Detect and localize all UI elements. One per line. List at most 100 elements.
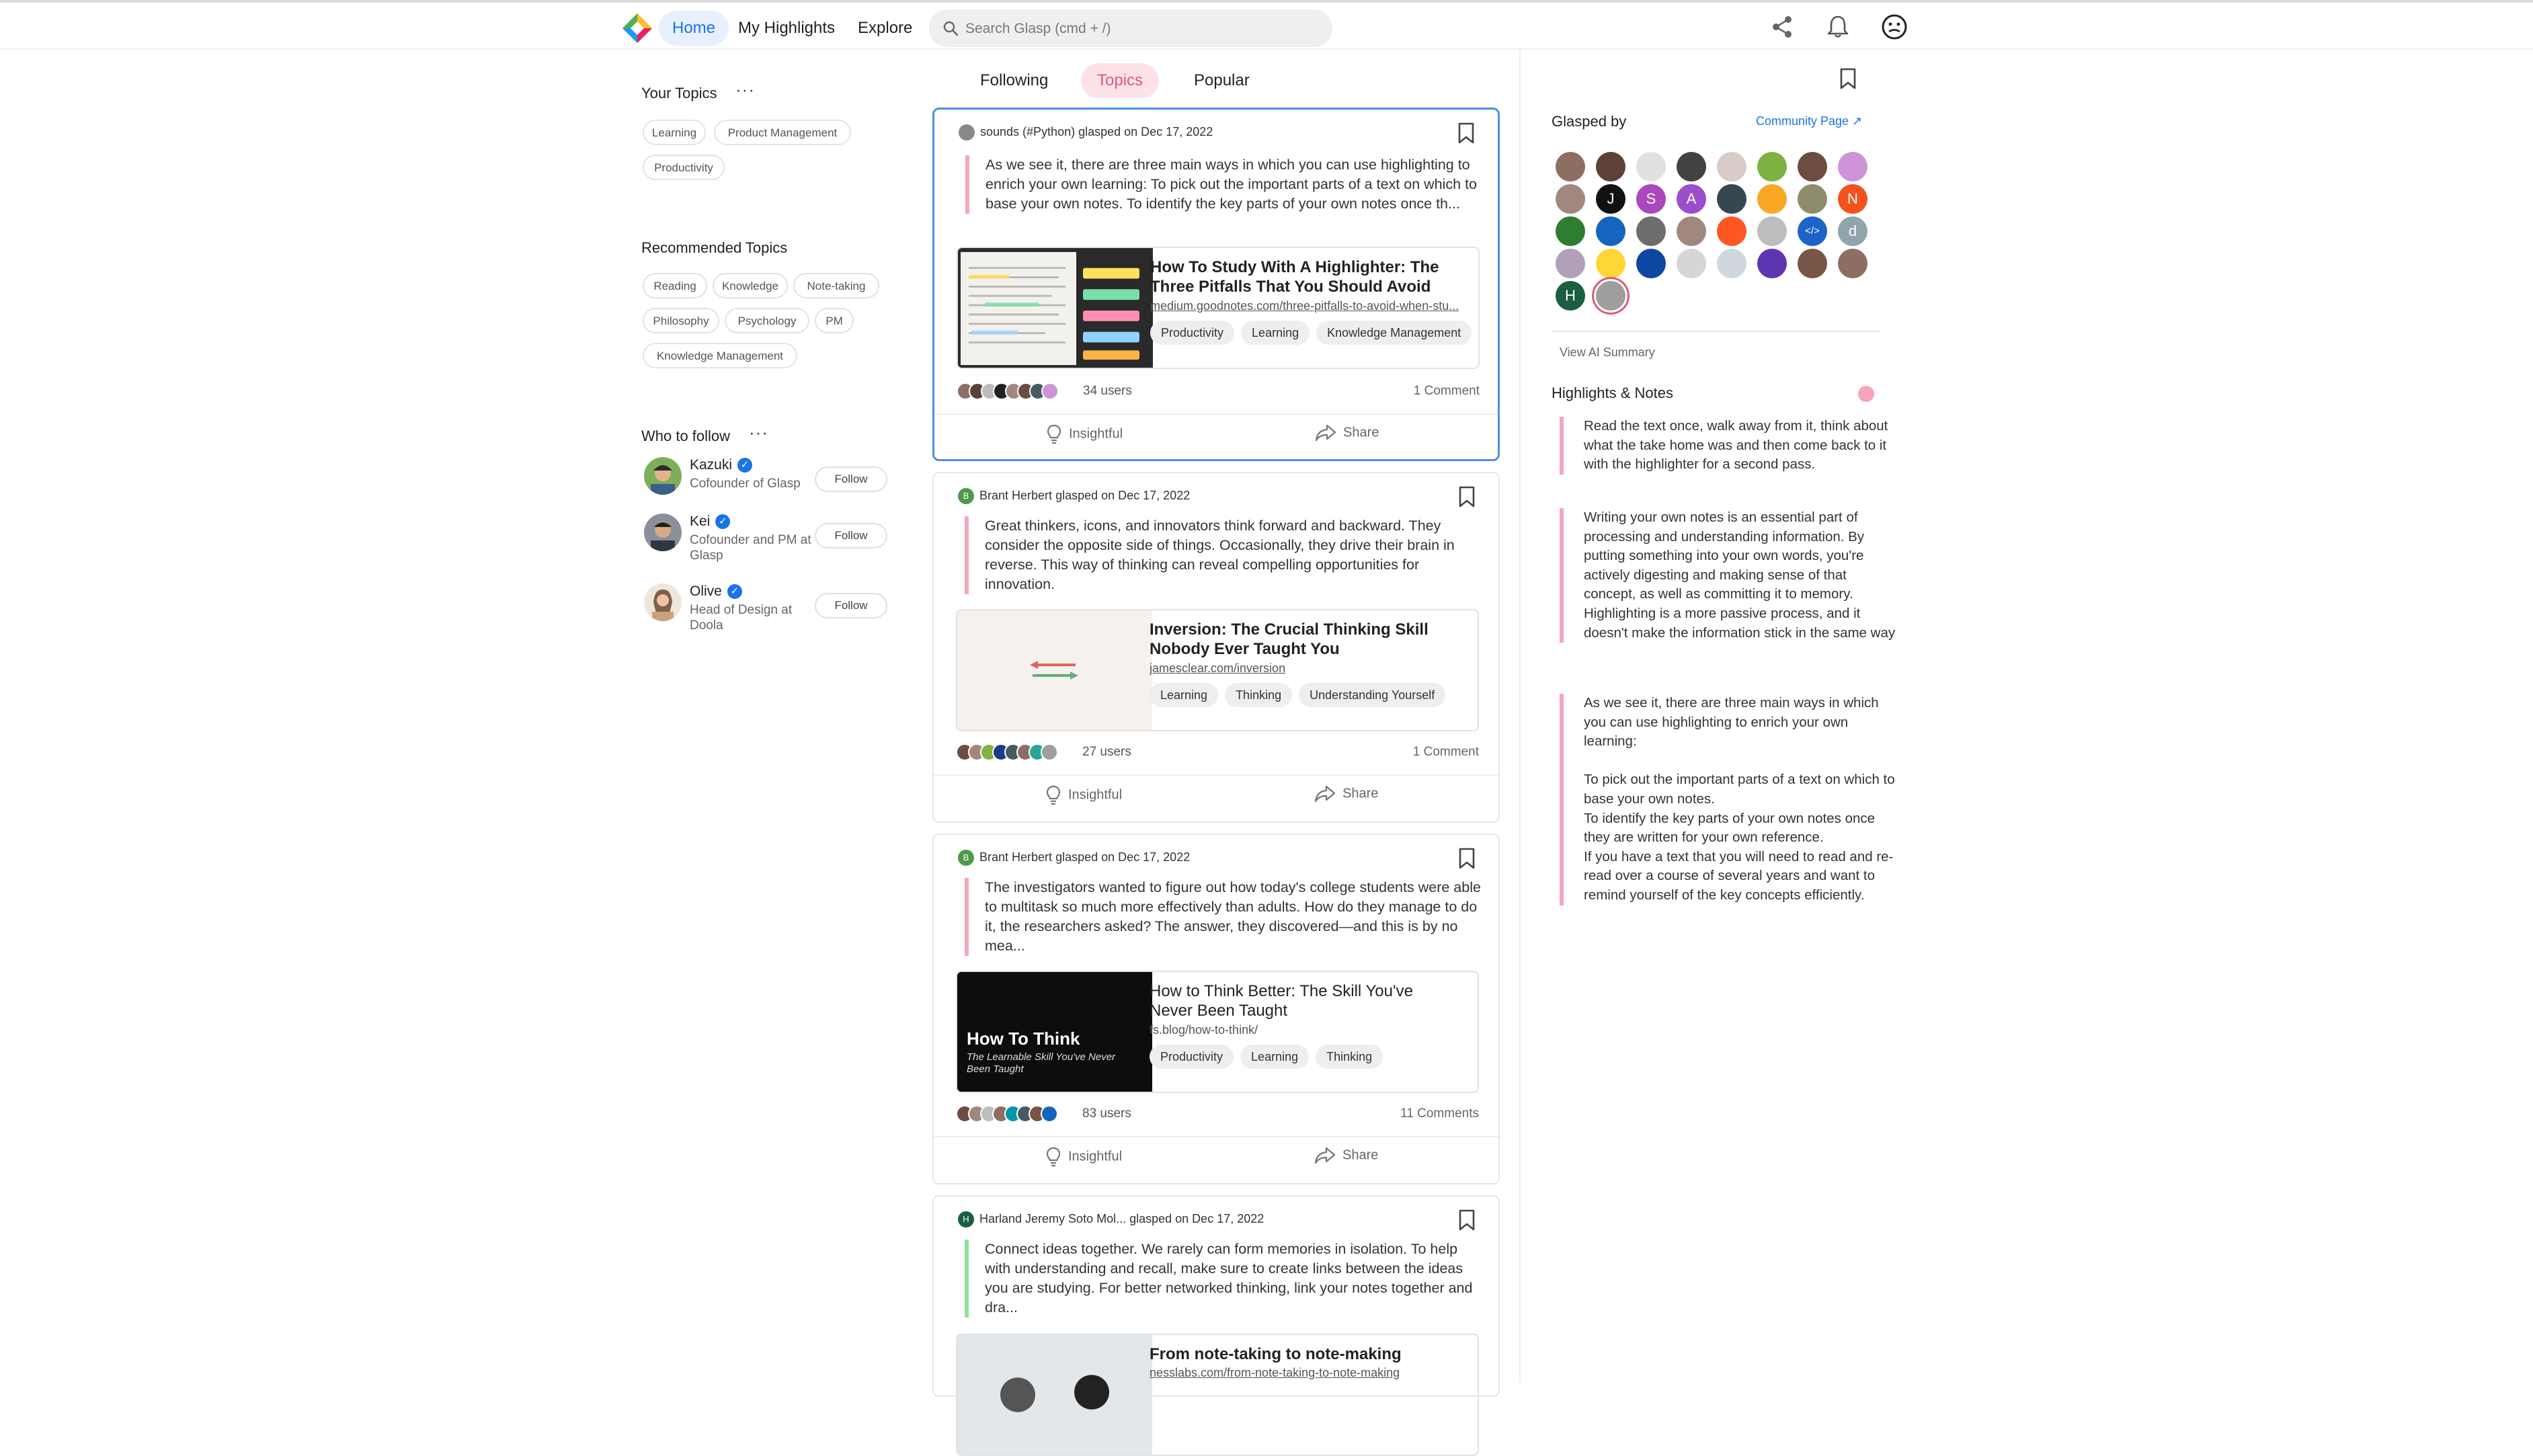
- share-button[interactable]: Share: [1315, 424, 1379, 442]
- topic-chip-pm[interactable]: PM: [815, 308, 854, 333]
- tab-popular[interactable]: Popular: [1178, 63, 1266, 98]
- avatar[interactable]: S: [1636, 184, 1666, 214]
- avatar[interactable]: H: [1556, 281, 1585, 311]
- article-title[interactable]: Inversion: The Crucial Thinking Skill No…: [1150, 620, 1459, 659]
- avatar[interactable]: [644, 514, 682, 551]
- tag-chip[interactable]: Productivity: [1150, 321, 1235, 345]
- topic-chip-philosophy[interactable]: Philosophy: [643, 308, 719, 333]
- avatar[interactable]: [1717, 249, 1746, 278]
- card-user[interactable]: Harland Jeremy Soto Mol...: [979, 1212, 1126, 1225]
- avatar[interactable]: [1757, 152, 1787, 181]
- feed-card[interactable]: H Harland Jeremy Soto Mol... glasped on D…: [932, 1195, 1500, 1456]
- bookmark-icon[interactable]: [1839, 67, 1857, 90]
- avatar[interactable]: [644, 583, 682, 621]
- community-page-link[interactable]: Community Page ↗: [1756, 114, 1862, 128]
- tag-chip[interactable]: Knowledge Management: [1316, 321, 1472, 345]
- topic-chip-learning[interactable]: Learning: [643, 120, 706, 145]
- avatar[interactable]: [1596, 249, 1625, 278]
- follow-button[interactable]: Follow: [815, 523, 887, 549]
- follow-name[interactable]: Kazuki ✓: [690, 457, 753, 473]
- avatar[interactable]: [1636, 249, 1666, 278]
- avatar[interactable]: [1757, 184, 1787, 214]
- card-user[interactable]: Brant Herbert: [979, 850, 1052, 864]
- avatar[interactable]: [644, 457, 682, 495]
- avatar[interactable]: A: [1677, 184, 1706, 214]
- glasp-logo-icon[interactable]: [621, 12, 653, 44]
- follow-button[interactable]: Follow: [815, 467, 887, 492]
- article-url[interactable]: fs.blog/how-to-think/: [1150, 1023, 1465, 1037]
- bookmark-icon[interactable]: [1458, 847, 1476, 870]
- avatar[interactable]: [1798, 249, 1827, 278]
- avatar[interactable]: [1677, 216, 1706, 246]
- article-preview[interactable]: From note-taking to note-making nesslabs…: [956, 1334, 1479, 1456]
- insightful-button[interactable]: Insightful: [1046, 424, 1123, 444]
- topic-chip-knowledge[interactable]: Knowledge: [713, 273, 788, 298]
- nav-home[interactable]: Home: [659, 11, 729, 46]
- avatar[interactable]: [1798, 152, 1827, 181]
- who-to-follow-more-icon[interactable]: ···: [749, 422, 768, 443]
- avatar[interactable]: [1838, 249, 1867, 278]
- article-url[interactable]: medium.goodnotes.com/three-pitfalls-to-a…: [1150, 299, 1466, 313]
- highlight-note[interactable]: Read the text once, walk away from it, t…: [1560, 417, 1900, 475]
- bookmark-icon[interactable]: [1458, 485, 1476, 508]
- card-user[interactable]: Brant Herbert: [979, 489, 1052, 502]
- avatar[interactable]: B: [958, 488, 974, 504]
- users-count[interactable]: 34 users: [1083, 384, 1132, 399]
- tab-following[interactable]: Following: [964, 63, 1064, 98]
- user-avatars[interactable]: [957, 382, 1059, 400]
- topic-chip-psychology[interactable]: Psychology: [725, 308, 809, 333]
- article-url[interactable]: jamesclear.com/inversion: [1150, 661, 1465, 676]
- comments-link[interactable]: 11 Comments: [1400, 1106, 1479, 1121]
- avatar[interactable]: [1717, 216, 1746, 246]
- your-topics-more-icon[interactable]: ···: [735, 79, 755, 100]
- avatar[interactable]: [959, 124, 975, 140]
- tab-topics[interactable]: Topics: [1081, 63, 1160, 98]
- tag-chip[interactable]: Productivity: [1150, 1045, 1234, 1069]
- highlight-note[interactable]: As we see it, there are three main ways …: [1560, 694, 1900, 905]
- bookmark-icon[interactable]: [1458, 1209, 1476, 1231]
- topic-chip-reading[interactable]: Reading: [643, 273, 707, 298]
- tag-chip[interactable]: Learning: [1150, 683, 1219, 707]
- avatar[interactable]: [1717, 184, 1746, 214]
- article-preview[interactable]: How To Think The Learnable Skill You've …: [956, 971, 1479, 1093]
- follow-name[interactable]: Olive ✓: [690, 583, 742, 600]
- avatar[interactable]: [1636, 152, 1666, 181]
- insightful-button[interactable]: Insightful: [1045, 1147, 1122, 1167]
- share-icon[interactable]: [1769, 13, 1796, 40]
- user-avatars[interactable]: [956, 743, 1058, 761]
- avatar-current-user[interactable]: [1596, 281, 1625, 311]
- tag-chip[interactable]: Thinking: [1225, 683, 1293, 707]
- card-highlight-text[interactable]: As we see it, there are three main ways …: [965, 155, 1483, 214]
- view-ai-summary-link[interactable]: View AI Summary: [1560, 346, 1655, 360]
- article-title[interactable]: How to Think Better: The Skill You've Ne…: [1150, 981, 1459, 1020]
- article-title[interactable]: How To Study With A Highlighter: The Thr…: [1150, 257, 1459, 296]
- avatar[interactable]: </>: [1798, 216, 1827, 246]
- tag-chip[interactable]: Learning: [1240, 1045, 1310, 1069]
- share-button[interactable]: Share: [1314, 1147, 1378, 1164]
- article-url[interactable]: nesslabs.com/from-note-taking-to-note-ma…: [1150, 1366, 1465, 1380]
- card-highlight-text[interactable]: Connect ideas together. We rarely can fo…: [965, 1240, 1482, 1318]
- follow-button[interactable]: Follow: [815, 593, 887, 618]
- insightful-button[interactable]: Insightful: [1045, 785, 1122, 805]
- card-user[interactable]: sounds (#Python): [980, 125, 1075, 138]
- article-preview[interactable]: How To Study With A Highlighter: The Thr…: [957, 247, 1480, 369]
- share-button[interactable]: Share: [1314, 785, 1378, 803]
- avatar[interactable]: J: [1596, 184, 1625, 214]
- avatar[interactable]: [1556, 184, 1585, 214]
- avatar[interactable]: [1798, 184, 1827, 214]
- avatar[interactable]: N: [1838, 184, 1867, 214]
- avatar[interactable]: [1677, 152, 1706, 181]
- avatar[interactable]: H: [958, 1211, 974, 1227]
- avatar[interactable]: [1596, 152, 1625, 181]
- article-preview[interactable]: Inversion: The Crucial Thinking Skill No…: [956, 609, 1479, 731]
- topic-chip-knowledge-management[interactable]: Knowledge Management: [643, 343, 797, 368]
- tag-chip[interactable]: Understanding Yourself: [1299, 683, 1446, 707]
- avatar[interactable]: [1596, 216, 1625, 246]
- highlight-color-dot[interactable]: [1858, 386, 1874, 402]
- comments-link[interactable]: 1 Comment: [1413, 745, 1479, 760]
- highlight-note[interactable]: Writing your own notes is an essential p…: [1560, 508, 1900, 643]
- users-count[interactable]: 27 users: [1082, 745, 1131, 760]
- avatar[interactable]: [1717, 152, 1746, 181]
- avatar[interactable]: [1556, 249, 1585, 278]
- user-avatars[interactable]: [956, 1105, 1058, 1123]
